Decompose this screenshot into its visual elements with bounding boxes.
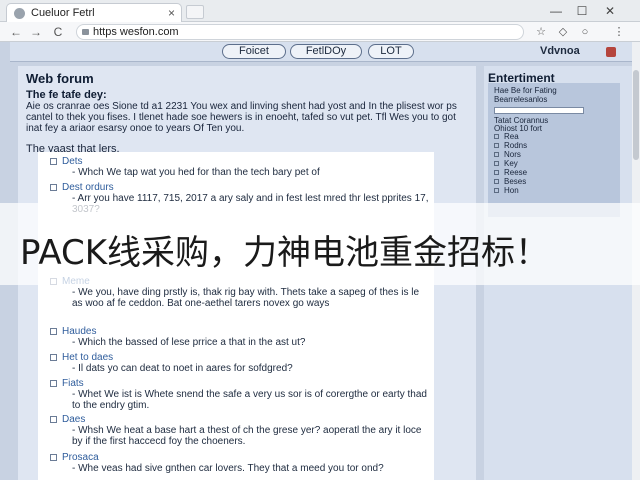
checkbox-icon[interactable] xyxy=(494,179,499,184)
sidebar-option[interactable]: Rea xyxy=(494,132,527,141)
sidebar-line: Hae Be for Fating xyxy=(494,86,557,95)
nav-item-2[interactable]: LOT xyxy=(368,44,414,59)
sidebar-option[interactable]: Beses xyxy=(494,177,527,186)
post-heading: The fe tafe dey: xyxy=(26,89,107,101)
page-title: Web forum xyxy=(26,71,94,86)
url-input[interactable]: https wesfon.com xyxy=(76,24,524,40)
thread-snippet: - Whe veas had sive gnthen car lovers. T… xyxy=(72,463,384,474)
thread-list: Dets - Whch We tap wat you hed for than … xyxy=(38,152,434,480)
maximize-button[interactable]: ☐ xyxy=(572,3,592,19)
nav-item-0[interactable]: Foicet xyxy=(222,44,286,59)
site-brand[interactable]: Vdvnoa xyxy=(540,45,580,57)
site-header: Foicet FetlDOy LOT Vdvnoa xyxy=(10,42,632,62)
tab-close-icon[interactable]: × xyxy=(168,6,175,20)
title-bar: Cueluor Fetrl × — ☐ ✕ xyxy=(0,0,640,22)
checkbox-icon[interactable] xyxy=(50,184,57,191)
thread-item: Daes - Whsh We heat a base hart a thest … xyxy=(50,414,430,447)
minimize-button[interactable]: — xyxy=(546,3,566,19)
close-window-button[interactable]: ✕ xyxy=(600,3,620,19)
sidebar-search-input[interactable] xyxy=(494,107,584,114)
checkbox-icon[interactable] xyxy=(494,161,499,166)
forward-button[interactable]: → xyxy=(28,24,44,40)
thread-snippet: - We you, have ding prstly is, thak rig … xyxy=(72,287,420,309)
bookmark-star-icon[interactable]: ☆ xyxy=(534,25,548,39)
nav-item-1[interactable]: FetlDOy xyxy=(290,44,362,59)
extension-icon[interactable]: ◇ xyxy=(556,25,570,39)
post-body: Aie os cranrae oes Sione td a1 2231 You … xyxy=(26,101,457,134)
favicon-icon xyxy=(14,8,25,19)
checkbox-icon[interactable] xyxy=(494,170,499,175)
new-tab-button[interactable] xyxy=(186,5,204,19)
thread-title-link[interactable]: Dest ordurs xyxy=(50,182,430,193)
checkbox-icon[interactable] xyxy=(494,188,499,193)
thread-snippet: - Which the bassed of lese prrice a that… xyxy=(72,337,306,348)
thread-title-link[interactable]: Fiats xyxy=(50,378,430,389)
sidebar-option[interactable]: Nors xyxy=(494,150,527,159)
thread-title-link[interactable]: Haudes xyxy=(50,326,430,337)
profile-icon[interactable]: ○ xyxy=(578,25,592,39)
brand-icon xyxy=(606,47,616,57)
checkbox-icon[interactable] xyxy=(50,416,57,423)
reload-button[interactable]: C xyxy=(50,24,66,40)
checkbox-icon[interactable] xyxy=(50,454,57,461)
thread-item: Fiats - Whet We ist is Whete snend the s… xyxy=(50,378,430,411)
checkbox-icon[interactable] xyxy=(494,134,499,139)
sidebar-option[interactable]: Rodns xyxy=(494,141,527,150)
sidebar-option[interactable]: Reese xyxy=(494,168,527,177)
sidebar-line: Bearrelesanlos xyxy=(494,95,548,104)
browser-tab[interactable]: Cueluor Fetrl × xyxy=(6,3,182,22)
scroll-thumb[interactable] xyxy=(633,70,639,160)
checkbox-icon[interactable] xyxy=(50,354,57,361)
address-bar: ← → C https wesfon.com ☆ ◇ ○ ⋮ xyxy=(0,22,640,42)
checkbox-icon[interactable] xyxy=(50,380,57,387)
banner-text: PACK线采购，力神电池重金招标！ xyxy=(20,233,550,273)
tab-title: Cueluor Fetrl xyxy=(31,7,95,19)
sidebar-panel: Hae Be for Fating Bearrelesanlos Tatat C… xyxy=(488,83,620,217)
thread-snippet: - Il dats yo can deat to noet in aares f… xyxy=(72,363,293,374)
sidebar-option[interactable]: Hon xyxy=(494,186,527,195)
overlay-banner: PACK线采购，力神电池重金招标！ xyxy=(0,203,640,285)
thread-item: Haudes - Which the bassed of lese prrice… xyxy=(50,326,430,348)
checkbox-icon[interactable] xyxy=(50,158,57,165)
thread-title-link[interactable]: Daes xyxy=(50,414,430,425)
thread-item: Dets - Whch We tap wat you hed for than … xyxy=(50,156,430,178)
lock-icon xyxy=(82,29,89,35)
thread-title-link[interactable]: Dets xyxy=(50,156,430,167)
checkbox-icon[interactable] xyxy=(50,328,57,335)
menu-icon[interactable]: ⋮ xyxy=(612,25,626,39)
thread-snippet: - Whsh We heat a base hart a thest of ch… xyxy=(72,425,422,447)
thread-item: Het to daes - Il dats yo can deat to noe… xyxy=(50,352,430,374)
thread-snippet: - Whch We tap wat you hed for than the t… xyxy=(72,167,320,178)
thread-title-link[interactable]: Het to daes xyxy=(50,352,430,363)
url-text: https wesfon.com xyxy=(93,26,179,38)
back-button[interactable]: ← xyxy=(8,24,24,40)
thread-title-link[interactable]: Prosaca xyxy=(50,452,430,463)
checkbox-icon[interactable] xyxy=(494,143,499,148)
sidebar-option[interactable]: Key xyxy=(494,159,527,168)
thread-item: Prosaca - Whe veas had sive gnthen car l… xyxy=(50,452,430,474)
sidebar-option-list: Rea Rodns Nors Key Reese Beses Hon xyxy=(494,132,527,195)
thread-snippet: - Whet We ist is Whete snend the safe a … xyxy=(72,389,427,411)
checkbox-icon[interactable] xyxy=(494,152,499,157)
